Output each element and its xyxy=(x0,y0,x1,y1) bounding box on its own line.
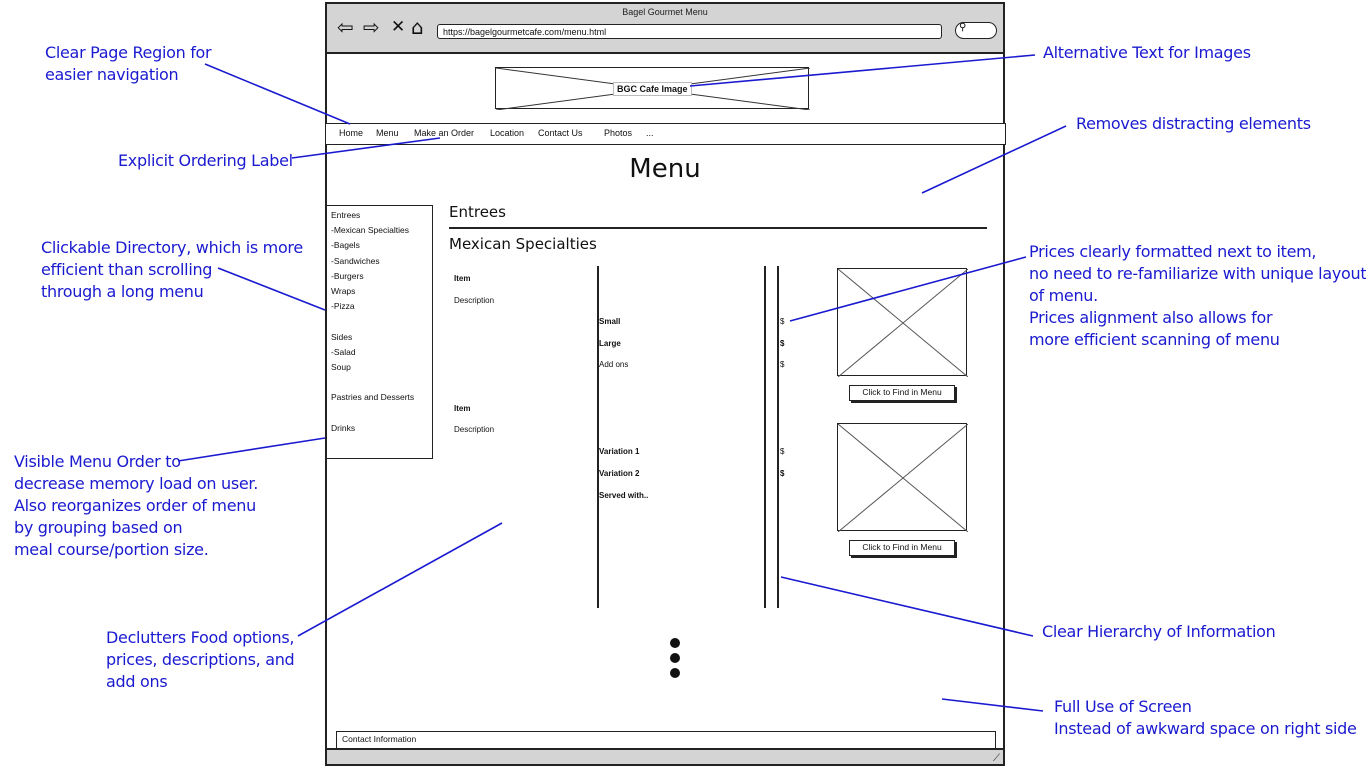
find-in-menu-button[interactable]: Click to Find in Menu xyxy=(849,540,955,556)
item-option: Variation 1 xyxy=(599,447,640,456)
directory-sides[interactable]: Sides xyxy=(331,332,352,342)
item-price: $ xyxy=(780,447,785,456)
directory-mexican-specialties[interactable]: -Mexican Specialties xyxy=(331,225,409,235)
nav-contact-us[interactable]: Contact Us xyxy=(538,128,583,138)
banner-image: BGC Cafe Image xyxy=(495,67,811,111)
annotation-declutter: Declutters Food options, prices, descript… xyxy=(106,628,295,691)
annotation-directory: Clickable Directory, which is more effici… xyxy=(41,238,303,301)
column-divider xyxy=(764,266,766,608)
item-option: Served with.. xyxy=(599,491,649,500)
section-divider xyxy=(449,227,987,229)
resize-grip-icon[interactable]: ⟋ xyxy=(993,753,1000,764)
browser-window: Bagel Gourmet Menu ⇦ ⇨ ✕ ⌂ https://bagel… xyxy=(325,2,1006,766)
home-icon[interactable]: ⌂ xyxy=(411,17,424,37)
item-option: Add ons xyxy=(599,360,629,369)
forward-arrow-icon[interactable]: ⇨ xyxy=(363,17,380,37)
directory-sandwiches[interactable]: -Sandwiches xyxy=(331,256,380,266)
item-description: Description xyxy=(454,296,495,305)
annotation-ordering-label: Explicit Ordering Label xyxy=(118,151,293,170)
footer-contact[interactable]: Contact Information xyxy=(336,731,996,749)
directory-bagels[interactable]: -Bagels xyxy=(331,240,360,250)
more-dot-icon xyxy=(670,653,680,663)
nav-home[interactable]: Home xyxy=(339,128,363,138)
directory-pizza[interactable]: -Pizza xyxy=(331,301,355,311)
annotation-alt-text: Alternative Text for Images xyxy=(1043,43,1251,62)
column-divider xyxy=(777,266,779,608)
item-name: Item xyxy=(454,404,471,413)
nav-location[interactable]: Location xyxy=(490,128,524,138)
menu-directory: Entrees -Mexican Specialties -Bagels -Sa… xyxy=(327,205,433,459)
annotation-distracting: Removes distracting elements xyxy=(1076,114,1311,133)
directory-soup[interactable]: Soup xyxy=(331,362,351,372)
page-title: Menu xyxy=(629,154,701,184)
directory-drinks[interactable]: Drinks xyxy=(331,423,355,433)
nav-more[interactable]: ... xyxy=(646,128,654,138)
item-price: $ xyxy=(780,360,785,369)
item-option: Large xyxy=(599,339,621,348)
annotation-full-screen: Full Use of Screen Instead of awkward spa… xyxy=(1054,697,1357,738)
directory-salad[interactable]: -Salad xyxy=(331,347,356,357)
address-bar[interactable]: https://bagelgourmetcafe.com/menu.html xyxy=(437,24,942,39)
find-in-menu-button[interactable]: Click to Find in Menu xyxy=(849,385,955,401)
subsection-heading: Mexican Specialties xyxy=(449,235,597,253)
close-icon[interactable]: ✕ xyxy=(391,17,405,37)
annotation-page-region: Clear Page Region for easier navigation xyxy=(45,43,212,84)
food-image-placeholder xyxy=(837,268,968,377)
directory-burgers[interactable]: -Burgers xyxy=(331,271,364,281)
annotation-prices: Prices clearly formatted next to item, no… xyxy=(1029,242,1366,349)
directory-wraps[interactable]: Wraps xyxy=(331,286,355,296)
item-description: Description xyxy=(454,425,495,434)
item-option: Small xyxy=(599,317,621,326)
browser-chrome: Bagel Gourmet Menu ⇦ ⇨ ✕ ⌂ https://bagel… xyxy=(327,4,1003,54)
window-title: Bagel Gourmet Menu xyxy=(622,7,708,17)
nav-menu[interactable]: Menu xyxy=(376,128,399,138)
image-placeholder-icon xyxy=(838,269,968,377)
item-name: Item xyxy=(454,274,471,283)
status-bar: ⟋ xyxy=(327,748,1003,764)
more-dot-icon xyxy=(670,668,680,678)
main-nav: Home Menu Make an Order Location Contact… xyxy=(325,123,1006,145)
nav-make-order[interactable]: Make an Order xyxy=(414,128,474,138)
directory-entrees[interactable]: Entrees xyxy=(331,210,360,220)
annotation-menu-order: Visible Menu Order to decrease memory loa… xyxy=(14,452,258,559)
banner-alt-text: BGC Cafe Image xyxy=(613,82,692,96)
search-icon: ⚲ xyxy=(959,22,967,33)
food-image-placeholder xyxy=(837,423,968,532)
image-placeholder-icon xyxy=(838,424,968,532)
search-field[interactable]: ⚲ xyxy=(955,22,997,39)
more-dot-icon xyxy=(670,638,680,648)
nav-photos[interactable]: Photos xyxy=(604,128,632,138)
item-price: $ xyxy=(780,469,785,478)
annotation-hierarchy: Clear Hierarchy of Information xyxy=(1042,622,1276,641)
section-heading: Entrees xyxy=(449,203,506,221)
directory-pastries-desserts[interactable]: Pastries and Desserts xyxy=(331,392,414,402)
item-option: Variation 2 xyxy=(599,469,640,478)
back-arrow-icon[interactable]: ⇦ xyxy=(337,17,354,37)
item-price: $ xyxy=(780,339,785,348)
item-price: $ xyxy=(780,317,785,326)
